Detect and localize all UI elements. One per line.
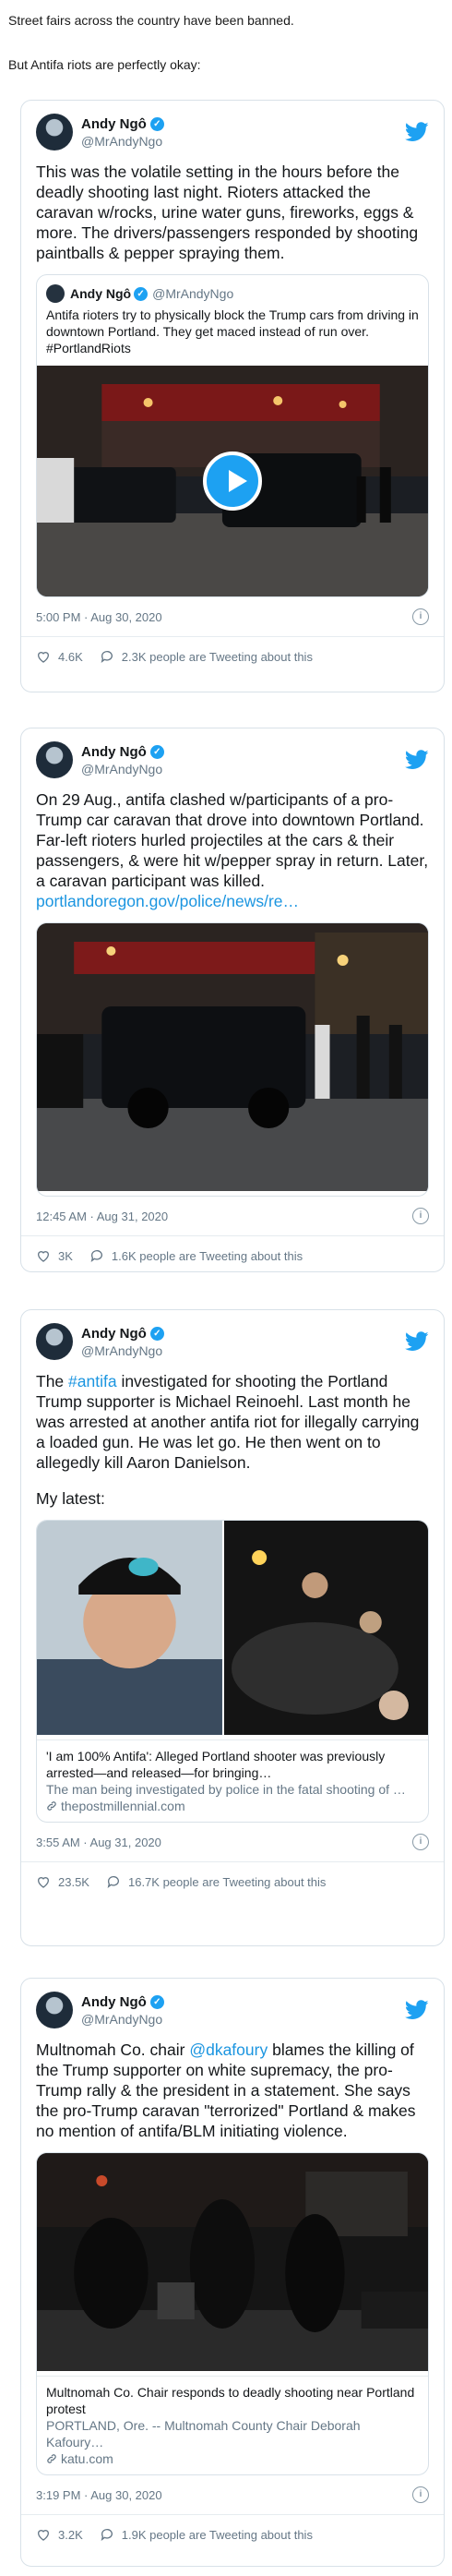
- author-name[interactable]: Andy Ngô: [81, 744, 147, 760]
- info-icon[interactable]: i: [412, 608, 429, 625]
- heart-icon[interactable]: [36, 1874, 51, 1889]
- reply-bubble-icon[interactable]: [89, 1248, 104, 1263]
- timestamp[interactable]: 3:19 PM · Aug 30, 2020: [36, 2488, 162, 2502]
- quote-text: Antifa rioters try to physically block t…: [46, 307, 419, 355]
- author-name[interactable]: Andy Ngô: [81, 1326, 147, 1342]
- avatar[interactable]: [36, 114, 73, 150]
- tweeting-about[interactable]: 2.3K people are Tweeting about this: [122, 650, 313, 664]
- author-handle[interactable]: @MrAndyNgo: [81, 134, 405, 149]
- hashtag-link[interactable]: #antifa: [68, 1372, 117, 1390]
- card-description: PORTLAND, Ore. -- Multnomah County Chair…: [46, 2418, 361, 2450]
- tweet-photo[interactable]: [36, 922, 429, 1197]
- quote-author-handle: @MrAndyNgo: [152, 286, 234, 301]
- info-icon[interactable]: i: [412, 2486, 429, 2503]
- reply-bubble-icon[interactable]: [100, 2527, 114, 2542]
- tweeting-about[interactable]: 1.9K people are Tweeting about this: [122, 2528, 313, 2542]
- tweet-text-start: Multnomah Co. chair: [36, 2040, 190, 2059]
- video-thumbnail[interactable]: [37, 366, 428, 596]
- tweet-card[interactable]: Andy Ngô ✓ @MrAndyNgo Multnomah Co. chair…: [20, 1978, 445, 2567]
- link-card[interactable]: Multnomah Co. Chair responds to deadly s…: [36, 2152, 429, 2475]
- quoted-tweet[interactable]: Andy Ngô ✓ @MrAndyNgo Antifa rioters try …: [36, 274, 429, 597]
- card-domain: thepostmillennial.com: [61, 1799, 185, 1813]
- link-icon: [47, 2454, 56, 2463]
- tweet-text-start: The: [36, 1372, 69, 1390]
- verified-badge-icon: ✓: [149, 116, 164, 131]
- tweet-text: This was the volatile setting in the hou…: [36, 163, 419, 262]
- timestamp[interactable]: 3:55 AM · Aug 31, 2020: [36, 1836, 161, 1849]
- verified-badge-icon: ✓: [149, 1994, 164, 2009]
- avatar[interactable]: [36, 741, 73, 778]
- timestamp[interactable]: 5:00 PM · Aug 30, 2020: [36, 610, 162, 624]
- play-button[interactable]: [203, 451, 262, 511]
- article-image: [37, 2153, 428, 2371]
- verified-badge-icon: ✓: [149, 744, 164, 759]
- link-card[interactable]: 'I am 100% Antifa': Alleged Portland sho…: [36, 1520, 429, 1823]
- verified-badge-icon: ✓: [134, 286, 149, 301]
- author-handle[interactable]: @MrAndyNgo: [81, 1343, 405, 1358]
- avatar[interactable]: [36, 1323, 73, 1360]
- author-name[interactable]: Andy Ngô: [81, 116, 147, 132]
- mention-link[interactable]: @dkafoury: [189, 2040, 268, 2059]
- verified-badge-icon: ✓: [149, 1326, 164, 1341]
- avatar[interactable]: [36, 1992, 73, 2028]
- intro-line-2: But Antifa riots are perfectly okay:: [8, 57, 201, 72]
- twitter-bird-icon[interactable]: [405, 1331, 429, 1352]
- info-icon[interactable]: i: [412, 1208, 429, 1224]
- article-image: [37, 1521, 428, 1735]
- twitter-bird-icon[interactable]: [405, 750, 429, 770]
- heart-icon[interactable]: [36, 1248, 51, 1263]
- twitter-bird-icon[interactable]: [405, 122, 429, 142]
- tweeting-about[interactable]: 16.7K people are Tweeting about this: [128, 1875, 326, 1889]
- my-latest-label: My latest:: [36, 1489, 105, 1508]
- like-count: 4.6K: [58, 649, 83, 664]
- quote-avatar: [46, 284, 65, 303]
- tweet-card[interactable]: Andy Ngô ✓ @MrAndyNgo On 29 Aug., antifa …: [20, 728, 445, 1272]
- tweet-link[interactable]: portlandoregon.gov/police/news/re…: [36, 892, 299, 910]
- card-title: 'I am 100% Antifa': Alleged Portland sho…: [46, 1749, 386, 1780]
- reply-bubble-icon[interactable]: [106, 1874, 121, 1889]
- tweet-card[interactable]: Andy Ngô ✓ @MrAndyNgo The #antifa investi…: [20, 1309, 445, 1946]
- author-handle[interactable]: @MrAndyNgo: [81, 2012, 405, 2027]
- link-icon: [47, 1801, 56, 1811]
- card-title: Multnomah Co. Chair responds to deadly s…: [46, 2385, 415, 2416]
- twitter-bird-icon[interactable]: [405, 2000, 429, 2020]
- intro-line-1: Street fairs across the country have bee…: [8, 13, 294, 28]
- like-count: 3.2K: [58, 2527, 83, 2542]
- car-scene-image: [37, 923, 428, 1191]
- like-count: 3K: [58, 1248, 73, 1263]
- heart-icon[interactable]: [36, 649, 51, 664]
- tweet-card[interactable]: Andy Ngô ✓ @MrAndyNgo This was the volati…: [20, 100, 445, 692]
- card-description: The man being investigated by police in …: [46, 1782, 406, 1797]
- reply-bubble-icon[interactable]: [100, 649, 114, 664]
- tweeting-about[interactable]: 1.6K people are Tweeting about this: [112, 1249, 303, 1263]
- info-icon[interactable]: i: [412, 1834, 429, 1850]
- quote-author-name: Andy Ngô: [70, 286, 132, 301]
- like-count: 23.5K: [58, 1874, 89, 1889]
- author-name[interactable]: Andy Ngô: [81, 1994, 147, 2010]
- card-domain: katu.com: [61, 2451, 113, 2466]
- heart-icon[interactable]: [36, 2527, 51, 2542]
- timestamp[interactable]: 12:45 AM · Aug 31, 2020: [36, 1210, 168, 1223]
- author-handle[interactable]: @MrAndyNgo: [81, 762, 405, 776]
- tweet-text: On 29 Aug., antifa clashed w/participant…: [36, 790, 429, 890]
